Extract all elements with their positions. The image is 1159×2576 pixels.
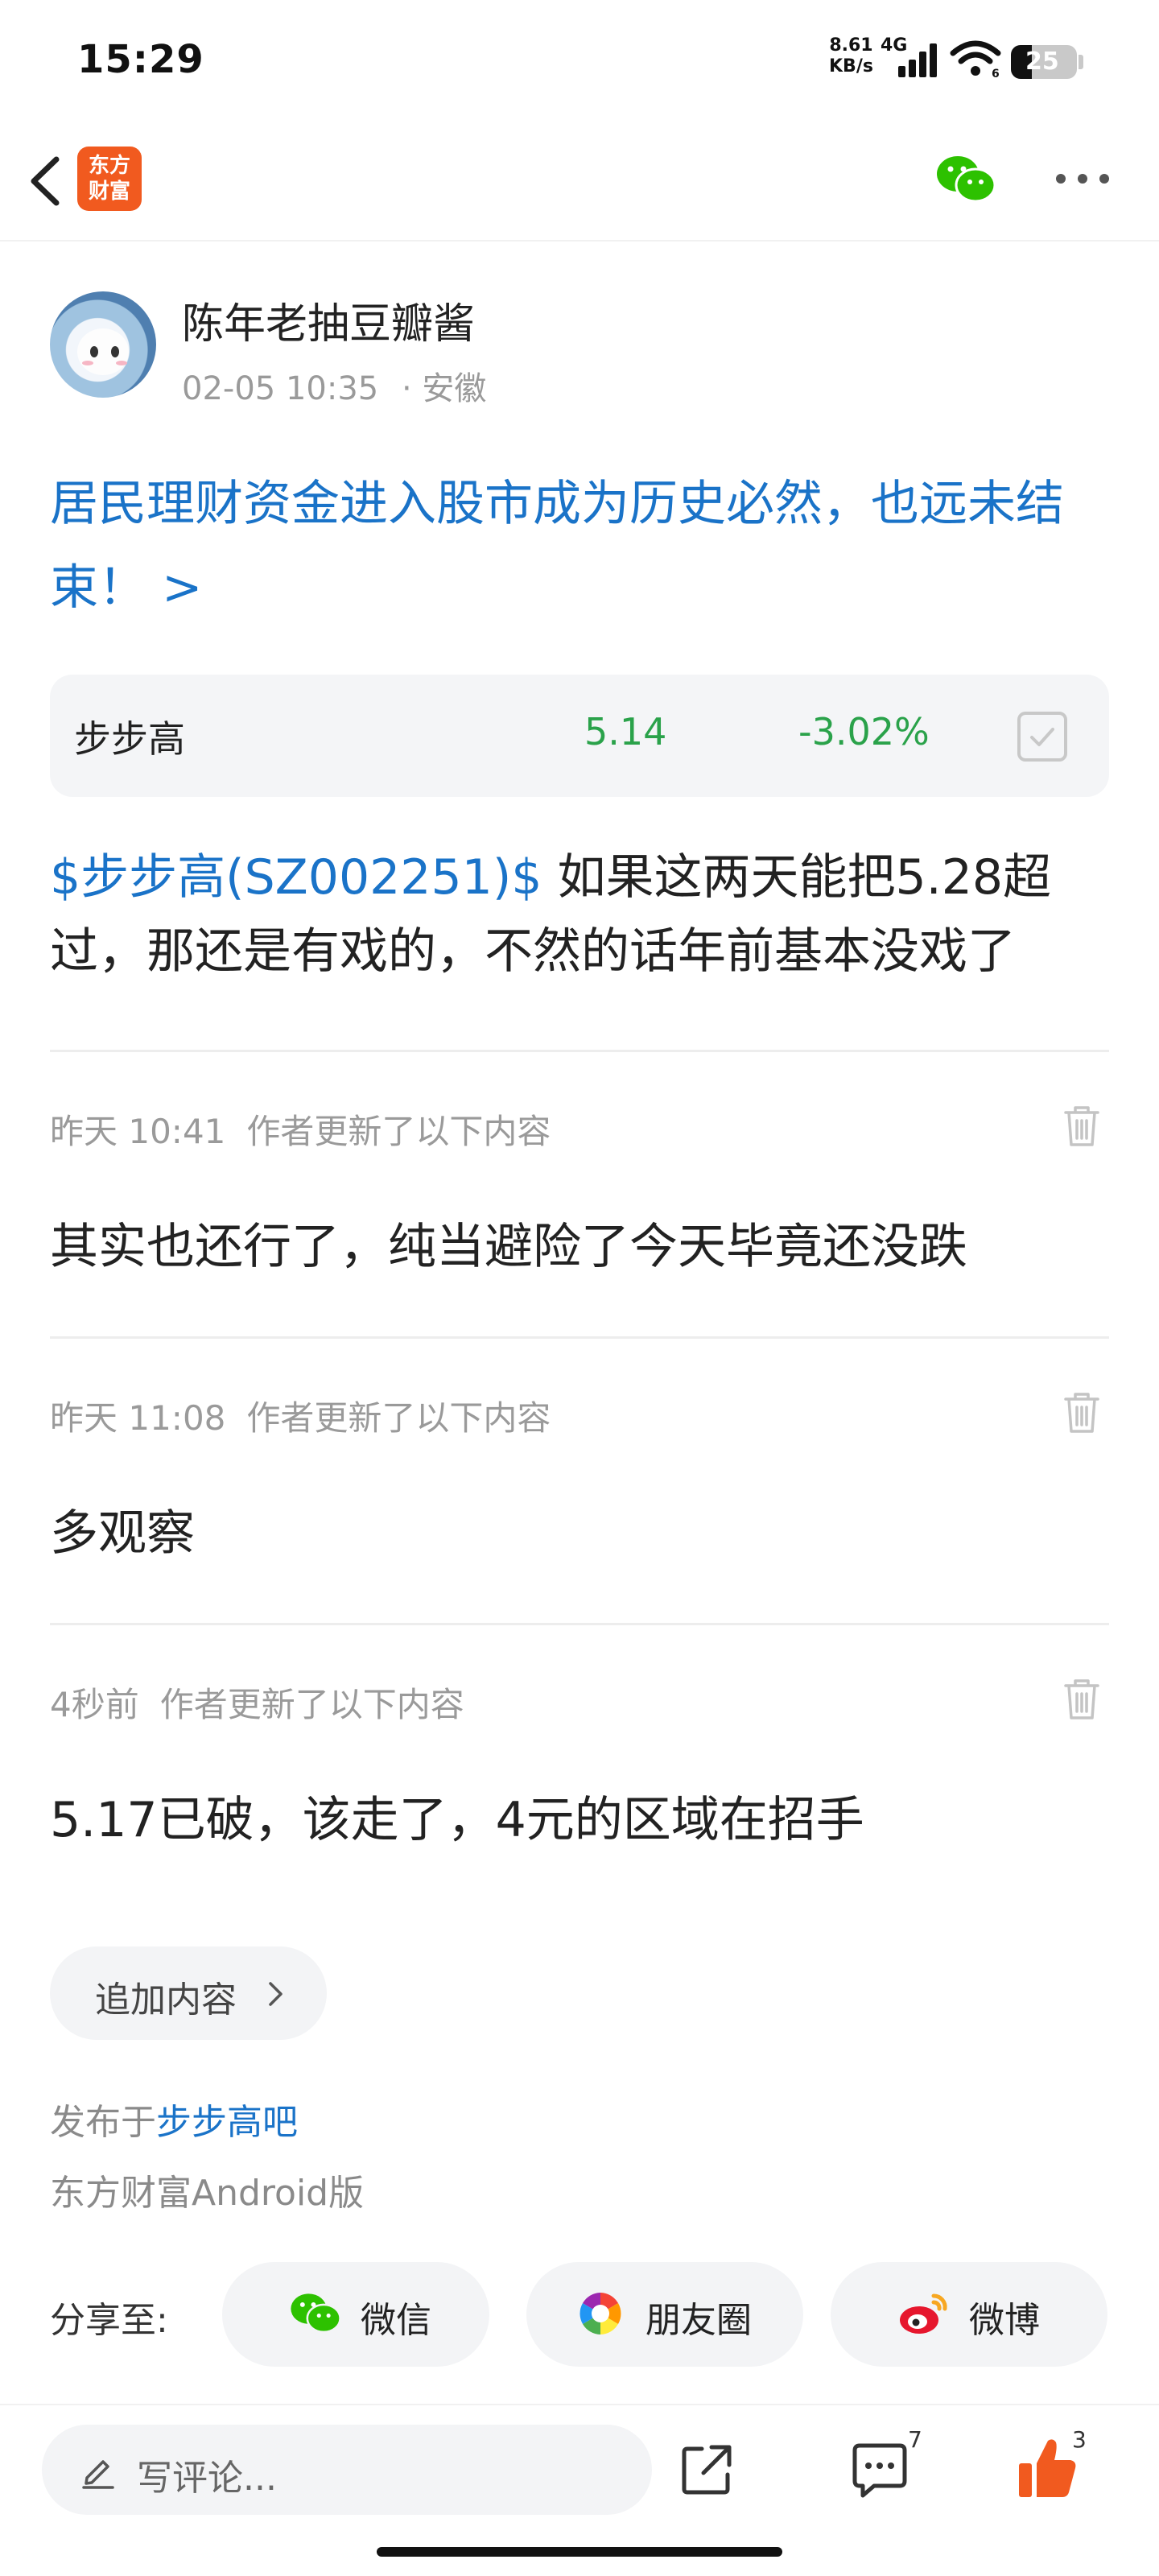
- more-options-icon[interactable]: [1054, 174, 1111, 187]
- chevron-right-icon: [269, 1982, 283, 2006]
- status-bar: 15:29 8.61 KB/s 4G 6 25: [0, 0, 1159, 121]
- stock-card[interactable]: 步步高 5.14 -3.02%: [50, 675, 1109, 797]
- post-title-link[interactable]: 居民理财资金进入股市成为历史必然，也远未结束！ >: [50, 462, 1112, 630]
- home-indicator[interactable]: [377, 2547, 782, 2557]
- nav-bar: 东方 财富: [0, 121, 1159, 242]
- update-text: 其实也还行了，纯当避险了今天毕竟还没跌: [50, 1219, 967, 1275]
- update-text: 5.17已破，该走了，4元的区域在招手: [50, 1792, 864, 1848]
- share-weibo-button[interactable]: 微博: [831, 2262, 1107, 2367]
- update-time: 昨天 11:08: [50, 1398, 226, 1438]
- forum-bar-link[interactable]: 步步高吧: [156, 2102, 298, 2143]
- update-time: 昨天 10:41: [50, 1112, 226, 1151]
- post-location: · 安徽: [401, 370, 487, 407]
- add-watchlist-checkbox[interactable]: [1017, 712, 1067, 762]
- stock-cashtag-link[interactable]: $步步高(SZ002251)$: [50, 849, 542, 906]
- divider: [50, 1050, 1109, 1052]
- comment-placeholder: 写评论...: [137, 2458, 277, 2499]
- comment-icon[interactable]: [850, 2442, 909, 2499]
- trash-icon[interactable]: [1062, 1103, 1101, 1148]
- trash-icon[interactable]: [1062, 1389, 1101, 1435]
- moments-icon: [580, 2293, 621, 2334]
- update-meta: 4秒前 作者更新了以下内容: [50, 1678, 464, 1727]
- update-label: 作者更新了以下内容: [246, 1112, 551, 1151]
- wifi-icon: 6: [950, 40, 1001, 79]
- divider: [50, 1623, 1109, 1625]
- add-content-label: 追加内容: [95, 1979, 237, 2021]
- update-label: 作者更新了以下内容: [246, 1398, 551, 1438]
- published-prefix: 发布于: [50, 2102, 156, 2143]
- comment-input[interactable]: 写评论...: [42, 2425, 652, 2515]
- post-datetime: 02-05 10:35: [182, 370, 379, 407]
- network-speed: 8.61 KB/s: [829, 35, 873, 77]
- post-body: $步步高(SZ002251)$ 如果这两天能把5.28超过，那还是有戏的，不然的…: [50, 840, 1120, 989]
- app-logo-line1: 东方: [88, 154, 130, 178]
- update-meta: 昨天 11:08 作者更新了以下内容: [50, 1391, 551, 1440]
- update-text: 多观察: [50, 1505, 195, 1562]
- signal-icon: [895, 42, 940, 77]
- weibo-icon: [900, 2293, 947, 2334]
- divider: [50, 1336, 1109, 1339]
- share-wechat-label: 微信: [361, 2300, 431, 2341]
- share-weibo-label: 微博: [969, 2300, 1040, 2341]
- author-name[interactable]: 陈年老抽豆瓣酱: [182, 290, 475, 350]
- add-content-button[interactable]: 追加内容: [50, 1946, 327, 2040]
- like-count: 3: [1072, 2426, 1087, 2453]
- comment-count: 7: [908, 2426, 922, 2453]
- update-time: 4秒前: [50, 1685, 139, 1724]
- update-label: 作者更新了以下内容: [159, 1685, 464, 1724]
- app-logo[interactable]: 东方 财富: [77, 147, 142, 211]
- check-icon: [1030, 728, 1054, 746]
- battery-tip: [1079, 55, 1083, 69]
- app-logo-line2: 财富: [88, 180, 130, 204]
- network-speed-unit: KB/s: [829, 56, 873, 76]
- author-avatar[interactable]: [50, 291, 156, 398]
- wechat-icon: [291, 2293, 341, 2334]
- update-meta: 昨天 10:41 作者更新了以下内容: [50, 1104, 551, 1154]
- wifi-badge: 6: [992, 68, 1000, 79]
- stock-price: 5.14: [584, 710, 667, 753]
- battery-icon: 25: [1011, 45, 1077, 79]
- battery-level: 25: [1025, 47, 1059, 76]
- stock-change: -3.02%: [798, 710, 930, 753]
- published-in: 发布于步步高吧: [50, 2093, 298, 2145]
- pencil-icon: [82, 2460, 114, 2489]
- share-wechat-button[interactable]: 微信: [222, 2262, 489, 2367]
- network-speed-value: 8.61: [829, 35, 873, 56]
- share-label: 分享至:: [50, 2300, 168, 2341]
- status-time: 15:29: [77, 37, 204, 82]
- client-source: 东方财富Android版: [50, 2173, 365, 2214]
- trash-icon[interactable]: [1062, 1676, 1101, 1721]
- wechat-icon[interactable]: [934, 151, 998, 208]
- back-arrow-icon[interactable]: [21, 153, 69, 209]
- share-icon[interactable]: [678, 2441, 736, 2499]
- share-moments-label: 朋友圈: [645, 2300, 752, 2341]
- stock-name: 步步高: [74, 717, 185, 761]
- post-meta: 02-05 10:35 · 安徽: [182, 362, 486, 409]
- share-moments-button[interactable]: 朋友圈: [526, 2262, 803, 2367]
- thumbs-up-icon[interactable]: [1016, 2436, 1079, 2500]
